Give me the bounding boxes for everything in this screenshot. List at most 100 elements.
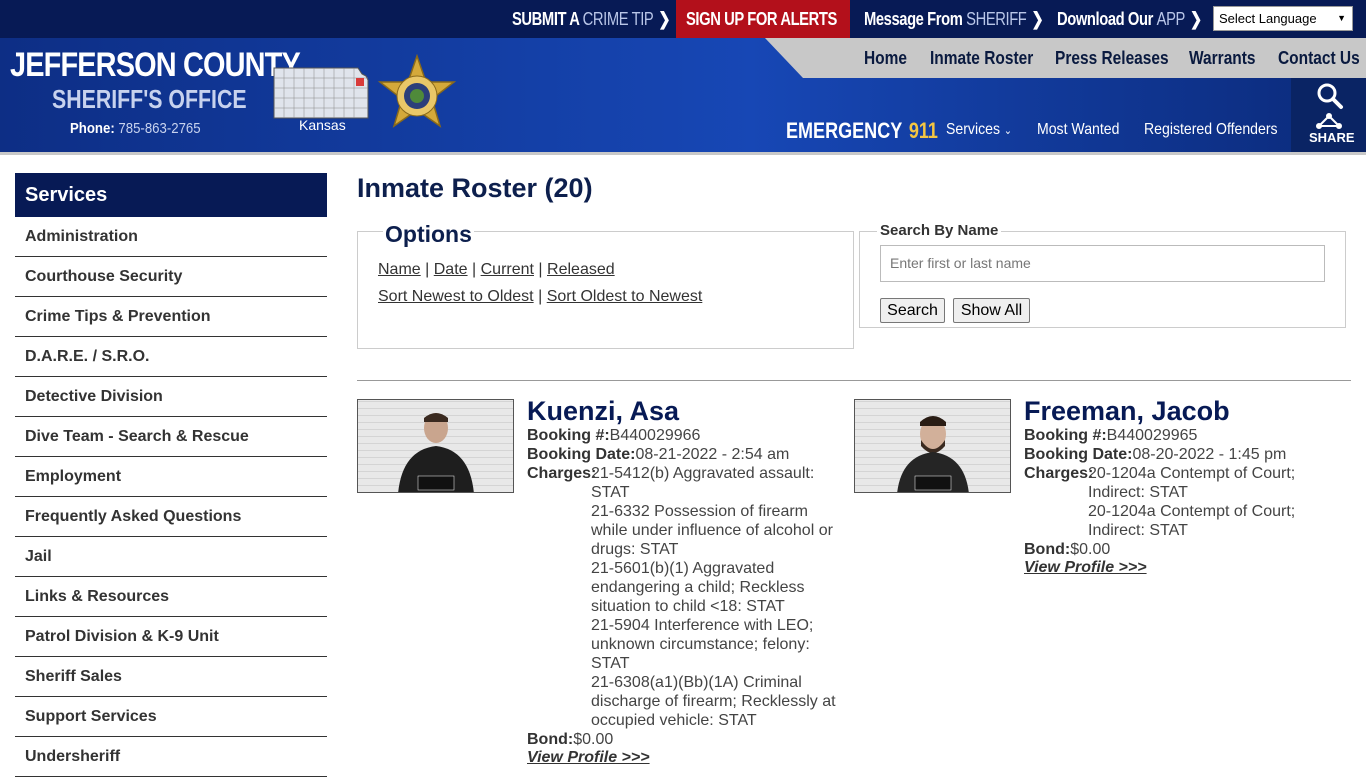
booking-number-value: B440029966 <box>609 427 701 444</box>
bond-label: Bond: <box>1024 541 1071 558</box>
bond-value: $0.00 <box>1070 541 1111 558</box>
language-select[interactable]: Select Language ▼ <box>1213 6 1353 31</box>
sidebar-item-jail[interactable]: Jail <box>15 537 327 577</box>
charge-line: 21-5904 Interference with LEO; <box>591 617 814 634</box>
sidebar-item-crime-tips[interactable]: Crime Tips & Prevention <box>15 297 327 337</box>
inmate-photo[interactable] <box>357 399 514 493</box>
sidebar-item-support-services[interactable]: Support Services <box>15 697 327 737</box>
sidebar-item-faq[interactable]: Frequently Asked Questions <box>15 497 327 537</box>
emergency-number[interactable]: 911 <box>909 118 938 143</box>
charges-label-text: Charges: <box>527 465 597 482</box>
sort-newest-link[interactable]: Sort Newest to Oldest <box>378 288 534 305</box>
separator: | <box>425 261 430 278</box>
booking-number: Booking #:B440029966 <box>527 426 700 445</box>
search-input[interactable]: Enter first or last name <box>880 245 1325 282</box>
nav-services-label: Services <box>946 121 1000 138</box>
sidebar-item-detective-division[interactable]: Detective Division <box>15 377 327 417</box>
sort-oldest-link[interactable]: Sort Oldest to Newest <box>547 288 703 305</box>
person-silhouette-icon <box>398 413 474 492</box>
search-icon[interactable] <box>1316 82 1344 110</box>
bond-value: $0.00 <box>573 731 614 748</box>
phone-number[interactable]: 785-863-2765 <box>118 120 200 137</box>
content-divider <box>357 380 1351 381</box>
sort-by-name-link[interactable]: Name <box>378 261 421 278</box>
bond: Bond:$0.00 <box>1024 540 1110 559</box>
booking-date-value: 08-21-2022 - 2:54 am <box>635 446 790 463</box>
sidebar-item-employment[interactable]: Employment <box>15 457 327 497</box>
nav-registered-offenders[interactable]: Registered Offenders <box>1144 121 1278 139</box>
emergency-label: EMERGENCY <box>786 118 903 143</box>
separator: | <box>472 261 477 278</box>
nav-home[interactable]: Home <box>864 38 907 78</box>
charge-line: occupied vehicle: STAT <box>591 712 757 729</box>
view-profile-link[interactable]: View Profile >>> <box>1024 559 1147 577</box>
booking-number-value: B440029965 <box>1106 427 1198 444</box>
sort-options-row: Name | Date | Current | Released <box>378 261 615 279</box>
charge-line: 21-5601(b)(1) Aggravated <box>591 560 775 577</box>
nav-inmate-roster[interactable]: Inmate Roster <box>930 38 1033 78</box>
kansas-label: Kansas <box>299 117 346 133</box>
booking-number-label: Booking #: <box>527 427 610 444</box>
charge-line: unknown circumstance; felony: <box>591 636 810 653</box>
charges-list: 20-1204a Contempt of Court; Indirect: ST… <box>1088 464 1295 540</box>
sidebar-title: Services <box>15 173 327 217</box>
inmate-name: Freeman, Jacob <box>1024 396 1230 426</box>
show-all-button[interactable]: Show All <box>953 298 1030 323</box>
message-lite: SHERIFF <box>966 9 1027 29</box>
sidebar-item-dare-sro[interactable]: D.A.R.E. / S.R.O. <box>15 337 327 377</box>
app-bold: Download Our <box>1057 9 1153 29</box>
charge-line: 21-6332 Possession of firearm <box>591 503 808 520</box>
charge-line: Indirect: STAT <box>1088 484 1188 501</box>
filter-current-link[interactable]: Current <box>481 261 534 278</box>
nav-most-wanted[interactable]: Most Wanted <box>1037 121 1119 139</box>
crime-tip-lite: CRIME TIP <box>582 9 654 29</box>
sort-order-row: Sort Newest to Oldest | Sort Oldest to N… <box>378 288 702 306</box>
chevron-down-icon: ▼ <box>1337 13 1346 23</box>
sheriff-message-link[interactable]: Message From SHERIFF ❯ <box>864 0 1044 38</box>
charge-line: Indirect: STAT <box>1088 522 1188 539</box>
sidebar-item-courthouse-security[interactable]: Courthouse Security <box>15 257 327 297</box>
nav-press-releases[interactable]: Press Releases <box>1055 38 1169 78</box>
kansas-map-icon <box>273 67 369 119</box>
page-title: Inmate Roster (20) <box>357 173 593 203</box>
charge-line: 21-6308(a1)(Bb)(1A) Criminal <box>591 674 802 691</box>
inmate-photo[interactable] <box>854 399 1011 493</box>
sidebar-item-links-resources[interactable]: Links & Resources <box>15 577 327 617</box>
view-profile-link[interactable]: View Profile >>> <box>527 749 650 767</box>
bond: Bond:$0.00 <box>527 730 613 749</box>
nav-contact-us[interactable]: Contact Us <box>1278 38 1360 78</box>
chevron-right-icon: ❯ <box>1031 9 1044 29</box>
chevron-down-icon: ⌄ <box>1003 125 1013 137</box>
alerts-label: SIGN UP FOR ALERTS <box>686 9 837 29</box>
chevron-right-icon: ❯ <box>658 9 671 29</box>
charges-list: 21-5412(b) Aggravated assault: STAT 21-6… <box>591 464 836 730</box>
filter-released-link[interactable]: Released <box>547 261 615 278</box>
nav-services[interactable]: Services ⌄ <box>946 121 1012 139</box>
site-subtitle[interactable]: SHERIFF'S OFFICE <box>52 84 247 115</box>
sidebar-item-undersheriff[interactable]: Undersheriff <box>15 737 327 777</box>
booking-date: Booking Date:08-21-2022 - 2:54 am <box>527 445 789 464</box>
sidebar-item-dive-team[interactable]: Dive Team - Search & Rescue <box>15 417 327 457</box>
charge-line: situation to child <18: STAT <box>591 598 785 615</box>
sign-up-alerts-link[interactable]: SIGN UP FOR ALERTS <box>686 0 837 38</box>
booking-date-value: 08-20-2022 - 1:45 pm <box>1132 446 1287 463</box>
download-app-link[interactable]: Download Our APP ❯ <box>1057 0 1202 38</box>
booking-number-label: Booking #: <box>1024 427 1107 444</box>
search-button[interactable]: Search <box>880 298 945 323</box>
nav-warrants[interactable]: Warrants <box>1189 38 1256 78</box>
message-bold: Message From <box>864 9 963 29</box>
sidebar-item-administration[interactable]: Administration <box>15 217 327 257</box>
phone-info: Phone: 785-863-2765 <box>70 120 201 137</box>
sort-by-date-link[interactable]: Date <box>434 261 468 278</box>
charge-line: 20-1204a Contempt of Court; <box>1088 465 1296 482</box>
charge-line: STAT <box>591 655 630 672</box>
crime-tip-link[interactable]: SUBMIT A CRIME TIP ❯ <box>512 0 671 38</box>
sidebar-item-patrol-k9[interactable]: Patrol Division & K-9 Unit <box>15 617 327 657</box>
site-title[interactable]: JEFFERSON COUNTY <box>10 46 301 85</box>
charge-line: drugs: STAT <box>591 541 679 558</box>
share-label: SHARE <box>1309 130 1355 145</box>
sidebar-item-sheriff-sales[interactable]: Sheriff Sales <box>15 657 327 697</box>
share-icon[interactable] <box>1314 112 1344 130</box>
sheriff-badge-icon <box>377 54 457 128</box>
charge-line: STAT <box>591 484 630 501</box>
